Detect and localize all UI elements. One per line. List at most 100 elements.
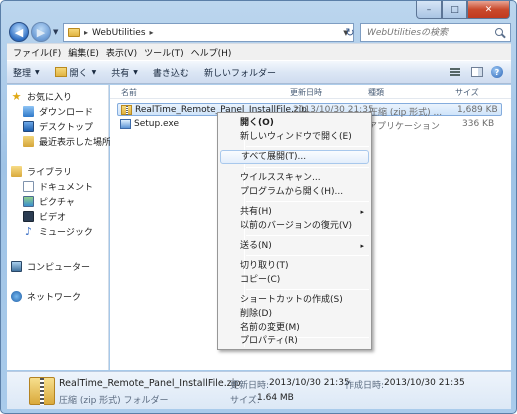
organize-button[interactable]: 整理 ▼ <box>13 66 40 79</box>
share-button[interactable]: 共有 ▼ <box>111 66 138 79</box>
menu-item-open[interactable]: 開く(O) <box>220 116 369 130</box>
breadcrumb-separator[interactable]: ▸ <box>150 28 154 37</box>
address-bar[interactable]: ▸ WebUtilities ▸ ▼ <box>63 23 354 42</box>
column-modified[interactable]: 更新日時 <box>290 87 322 98</box>
star-icon: ★ <box>11 90 22 103</box>
breadcrumb-webutilities[interactable]: WebUtilities <box>92 28 146 38</box>
pictures-icon <box>23 196 34 207</box>
nav-recent[interactable]: 最近表示した場所 <box>23 135 111 148</box>
menu-bar: ファイル(F) 編集(E) 表示(V) ツール(T) ヘルプ(H) <box>7 43 511 60</box>
command-bar: 整理 ▼ 開く ▼ 共有 ▼ 書き込む 新しいフォルダー ? <box>7 60 511 84</box>
nav-network-label: ネットワーク <box>27 293 82 303</box>
file-type: 圧縮 (zip 形式) ... <box>369 108 443 118</box>
burn-label: 書き込む <box>152 68 189 79</box>
menu-item-extract-all[interactable]: すべて展開(T)... <box>220 150 369 164</box>
nav-libraries-label: ライブラリ <box>27 168 73 178</box>
details-pane: RealTime_Remote_Panel_InstallFile.zip 更新… <box>7 371 511 409</box>
details-created-value: 2013/10/30 21:35 <box>384 378 465 388</box>
nav-network[interactable]: ネットワーク <box>11 290 81 303</box>
nav-recent-label: 最近表示した場所 <box>39 138 112 148</box>
file-size: 336 KB <box>462 119 495 129</box>
search-box[interactable] <box>360 23 511 42</box>
open-button[interactable]: 開く ▼ <box>54 66 97 79</box>
downloads-icon <box>23 106 34 117</box>
breadcrumb-separator[interactable]: ▸ <box>84 28 88 37</box>
minimize-button[interactable]: – <box>416 1 442 19</box>
view-controls: ? <box>449 66 511 78</box>
menu-help[interactable]: ヘルプ(H) <box>191 46 232 59</box>
menu-view[interactable]: 表示(V) <box>106 46 137 59</box>
menu-item-send-to[interactable]: 送る(N) ▸ <box>220 239 369 253</box>
close-button[interactable]: ✕ <box>467 1 510 19</box>
chevron-down-icon: ▼ <box>91 68 97 76</box>
preview-pane-icon[interactable] <box>471 67 483 77</box>
nav-music-label: ミュージック <box>39 228 93 238</box>
nav-libraries[interactable]: ライブラリ <box>11 165 72 178</box>
search-input[interactable] <box>365 26 493 39</box>
column-type[interactable]: 種類 <box>368 87 384 98</box>
menu-separator <box>246 235 369 236</box>
column-name[interactable]: 名前 <box>121 87 137 98</box>
nav-desktop[interactable]: デスクトップ <box>23 120 93 133</box>
help-icon[interactable]: ? <box>491 66 503 78</box>
menu-item-share[interactable]: 共有(H) ▸ <box>220 205 369 219</box>
column-headers: 名前 更新日時 種類 サイズ <box>110 85 511 99</box>
menu-item-delete[interactable]: 削除(D) <box>220 307 369 321</box>
details-modified-value: 2013/10/30 21:35 <box>269 378 350 388</box>
recent-places-icon <box>23 136 34 147</box>
nav-videos[interactable]: ビデオ <box>23 210 66 223</box>
menu-item-copy[interactable]: コピー(C) <box>220 273 369 287</box>
nav-pictures[interactable]: ピクチャ <box>23 195 75 208</box>
search-icon[interactable] <box>493 26 507 40</box>
new-folder-button[interactable]: 新しいフォルダー <box>204 66 276 79</box>
nav-downloads[interactable]: ダウンロード <box>23 105 93 118</box>
menu-file[interactable]: ファイル(F) <box>13 46 61 59</box>
file-type: アプリケーション <box>368 122 440 132</box>
column-size[interactable]: サイズ <box>455 87 479 98</box>
menu-item-rename[interactable]: 名前の変更(M) <box>220 321 369 335</box>
menu-tools[interactable]: ツール(T) <box>144 46 184 59</box>
forward-button[interactable]: ▶ <box>31 22 51 42</box>
submenu-arrow-icon: ▸ <box>360 208 364 216</box>
details-created-label: 作成日時: <box>345 381 385 391</box>
nav-computer[interactable]: コンピューター <box>11 260 90 273</box>
menu-edit[interactable]: 編集(E) <box>68 46 99 59</box>
back-button[interactable]: ◀ <box>9 22 29 42</box>
zip-file-icon <box>121 105 132 115</box>
nav-documents[interactable]: ドキュメント <box>23 180 93 193</box>
nav-videos-label: ビデオ <box>39 213 67 223</box>
chevron-down-icon: ▼ <box>133 68 138 76</box>
music-icon: ♪ <box>24 225 33 238</box>
maximize-button[interactable]: □ <box>442 1 467 19</box>
nav-documents-label: ドキュメント <box>39 183 94 193</box>
nav-computer-label: コンピューター <box>27 263 91 273</box>
nav-downloads-label: ダウンロード <box>39 108 94 118</box>
nav-favorites[interactable]: ★ お気に入り <box>11 90 72 103</box>
burn-button[interactable]: 書き込む <box>153 66 189 79</box>
videos-icon <box>23 211 34 222</box>
nav-music[interactable]: ♪ ミュージック <box>23 225 93 238</box>
details-type: 圧縮 (zip 形式) フォルダー <box>59 396 169 406</box>
arrow-right-icon: ▶ <box>36 25 46 39</box>
refresh-button[interactable]: ↻ <box>341 24 359 41</box>
menu-item-open-new-window[interactable]: 新しいウィンドウで開く(E) <box>220 130 369 144</box>
chevron-down-icon: ▼ <box>35 68 40 76</box>
open-label: 開く <box>69 68 88 79</box>
menu-item-virus-scan[interactable]: ウイルススキャン... <box>220 171 369 185</box>
menu-item-restore-previous[interactable]: 以前のバージョンの復元(V) <box>220 219 369 233</box>
change-view-icon[interactable] <box>449 66 463 78</box>
recent-pages-dropdown[interactable]: ▼ <box>53 28 58 36</box>
library-icon <box>11 166 22 177</box>
menu-item-open-with[interactable]: プログラムから開く(H)... <box>220 185 369 199</box>
share-label: 共有 <box>111 68 130 79</box>
details-filename: RealTime_Remote_Panel_InstallFile.zip <box>59 378 241 389</box>
menu-separator <box>246 255 369 256</box>
menu-item-properties[interactable]: プロパティ(R) <box>220 334 369 348</box>
organize-label: 整理 <box>13 68 32 79</box>
new-folder-label: 新しいフォルダー <box>203 68 276 79</box>
explorer-window: – □ ✕ ◀ ▶ ▼ ▸ WebUtilities ▸ ▼ ↻ ファイル(F)… <box>0 0 517 414</box>
context-menu: 開く(O) 新しいウィンドウで開く(E) すべて展開(T)... ウイルススキャ… <box>217 112 372 350</box>
menu-item-cut[interactable]: 切り取り(T) <box>220 259 369 273</box>
documents-icon <box>23 181 34 192</box>
menu-item-create-shortcut[interactable]: ショートカットの作成(S) <box>220 293 369 307</box>
